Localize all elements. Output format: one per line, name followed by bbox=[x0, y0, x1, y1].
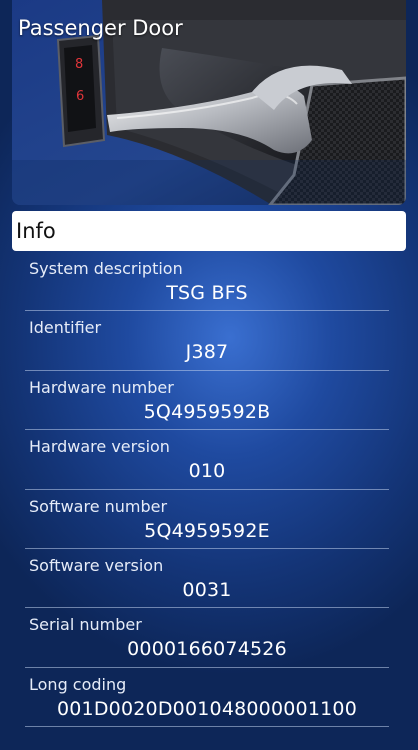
info-row-software-version: Software version 0031 bbox=[25, 549, 389, 609]
info-row-label: Hardware version bbox=[29, 437, 170, 457]
info-row-value: J387 bbox=[185, 341, 229, 364]
svg-text:8: 8 bbox=[75, 57, 83, 72]
info-row-value: TSG BFS bbox=[166, 282, 248, 304]
info-row-label: Identifier bbox=[29, 318, 102, 338]
info-row-label: Hardware number bbox=[29, 377, 174, 397]
page-title: Passenger Door bbox=[18, 16, 183, 40]
door-image-card: 8 6 Passenger Door bbox=[12, 0, 406, 205]
info-row-label: System description bbox=[29, 259, 183, 278]
info-row-label: Long coding bbox=[29, 674, 127, 694]
info-row-value: 001D0020D001048000001100 bbox=[56, 697, 357, 720]
info-row-value: 0000166074526 bbox=[127, 638, 287, 661]
info-section-header[interactable]: Info bbox=[12, 211, 406, 251]
info-row-label: Software number bbox=[29, 496, 168, 516]
info-row-identifier: Identifier J387 bbox=[25, 311, 389, 371]
info-row-serial-number: Serial number 0000166074526 bbox=[25, 608, 389, 668]
info-list: System description TSG BFS Identifier J3… bbox=[25, 252, 389, 728]
svg-text:6: 6 bbox=[76, 89, 84, 104]
screen: 8 6 Passenger Door Info System descripti… bbox=[0, 0, 418, 750]
info-row-value: 0031 bbox=[182, 578, 232, 601]
info-row-hardware-version: Hardware version 010 bbox=[25, 430, 389, 490]
info-row-system-description: System description TSG BFS bbox=[25, 252, 389, 312]
info-row-long-coding: Long coding 001D0020D001048000001100 bbox=[25, 668, 389, 728]
info-row-value: 5Q4959592B bbox=[143, 400, 271, 423]
info-row-hardware-number: Hardware number 5Q4959592B bbox=[25, 371, 389, 431]
info-section-title: Info bbox=[16, 219, 56, 243]
info-row-value: 5Q4959592E bbox=[144, 519, 270, 542]
info-row-value: 010 bbox=[188, 460, 226, 483]
info-row-software-number: Software number 5Q4959592E bbox=[25, 490, 389, 549]
info-row-label: Software version bbox=[29, 555, 164, 575]
info-row-label: Serial number bbox=[29, 615, 142, 635]
